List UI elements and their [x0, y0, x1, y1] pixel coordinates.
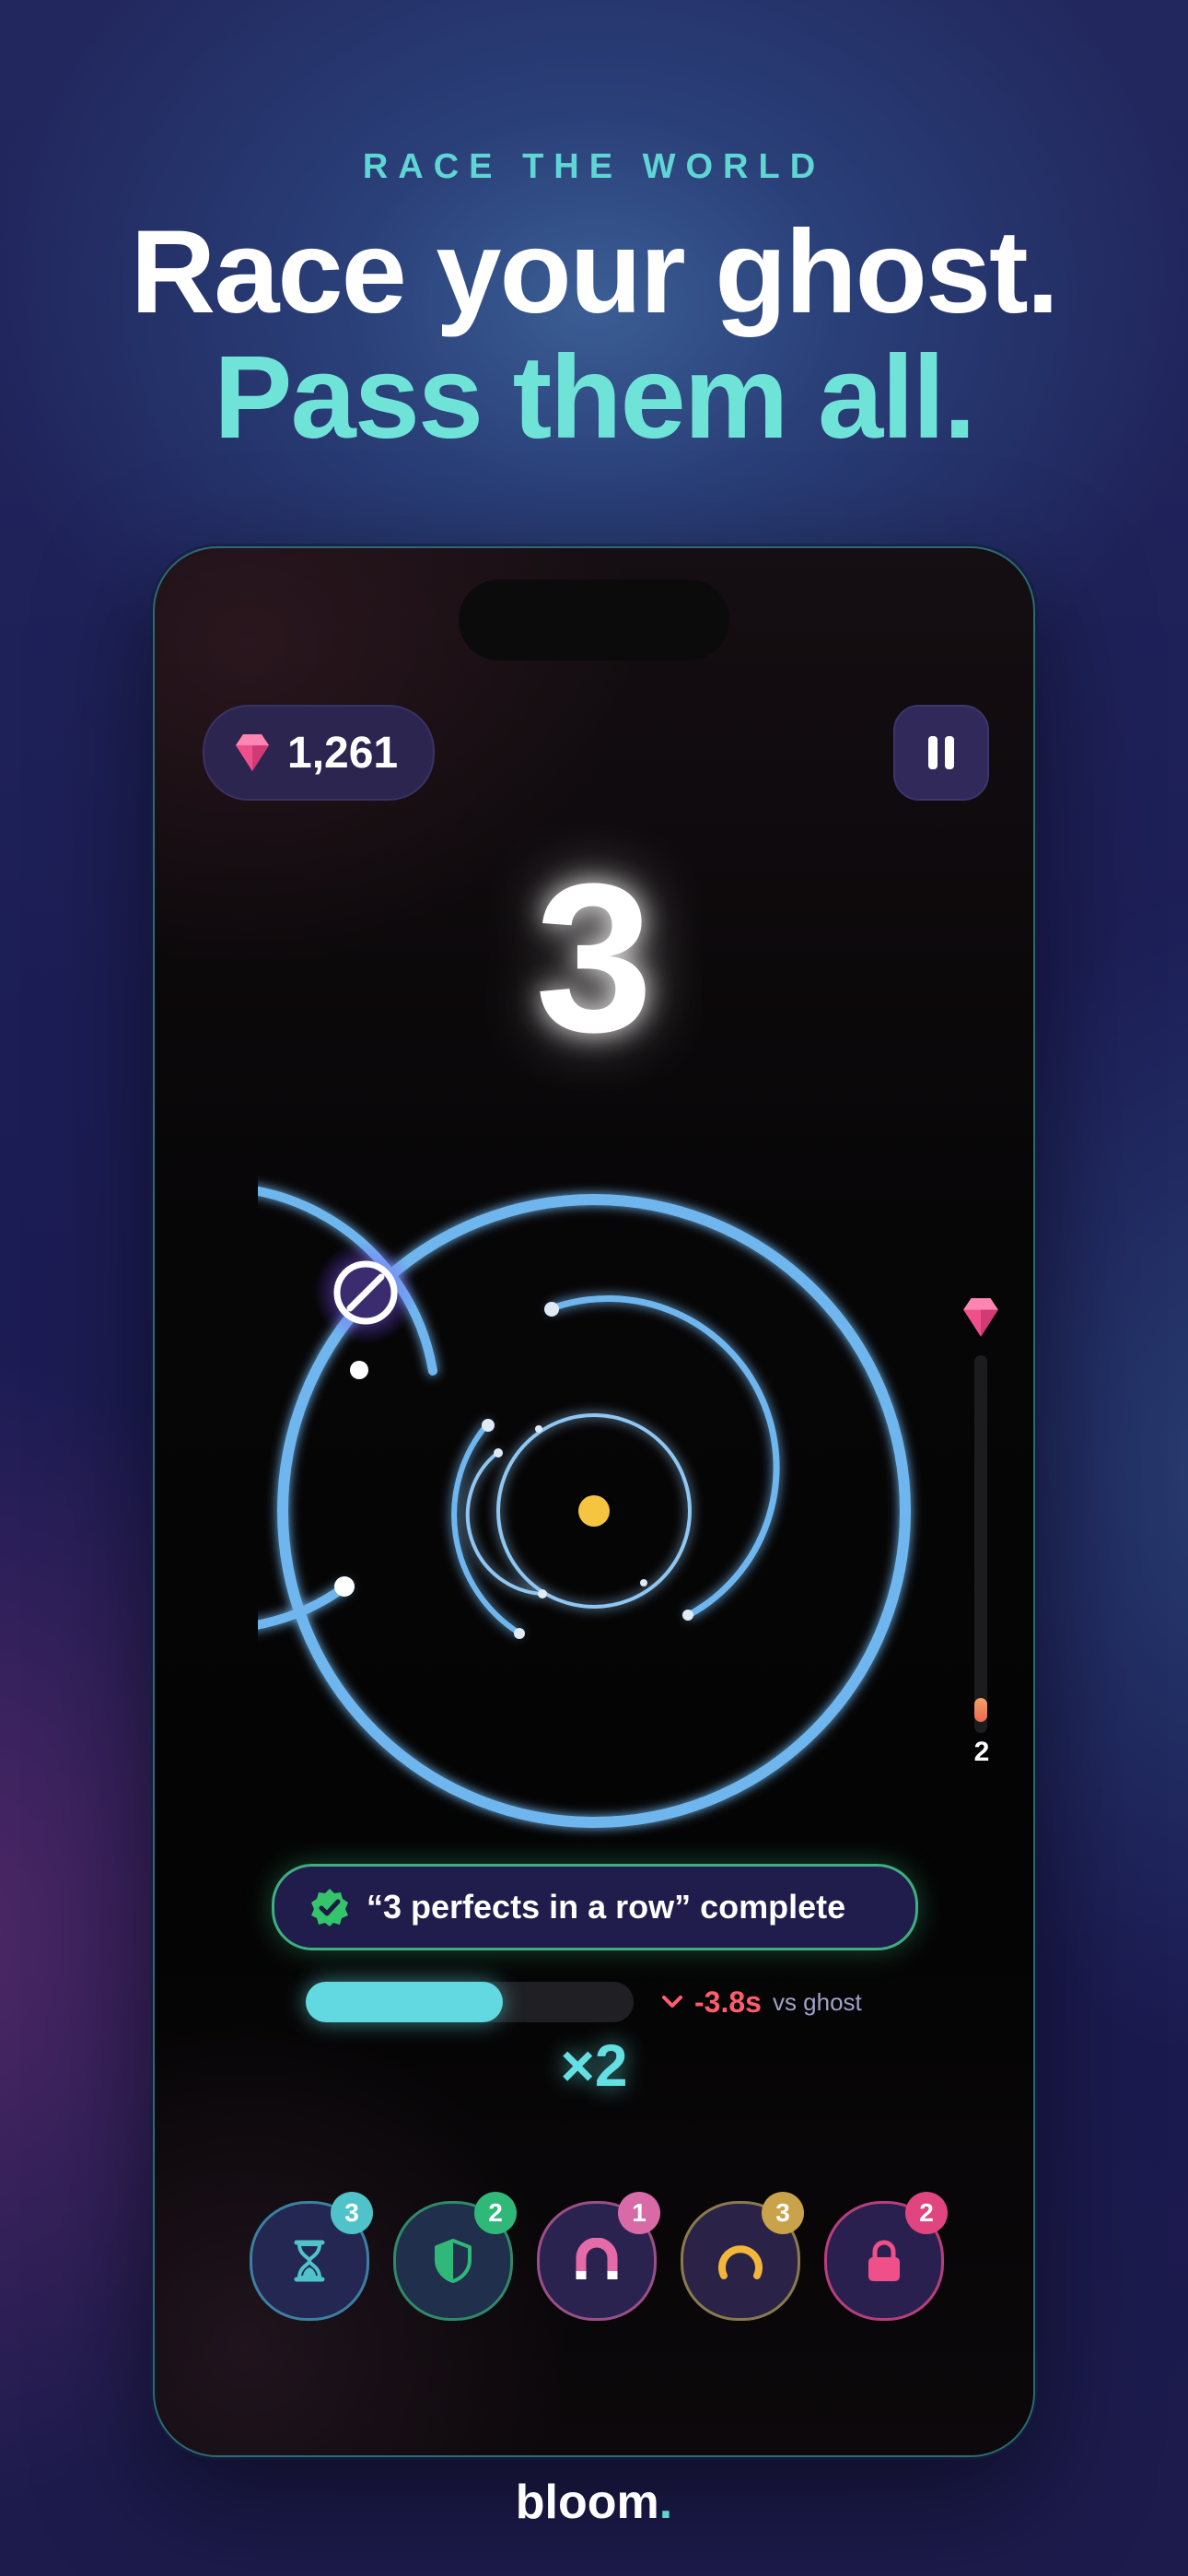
- level-progress-track: [974, 1355, 987, 1733]
- brand-dot: .: [658, 2476, 673, 2529]
- powerup-ring-count: 3: [762, 2192, 804, 2234]
- player-ball: [333, 1260, 398, 1325]
- ring-end-dot: [350, 1361, 368, 1379]
- pause-button[interactable]: [893, 705, 989, 801]
- headline-line-1: Race your ghost.: [130, 206, 1059, 338]
- lock-icon: [868, 2240, 900, 2281]
- ghost-delta-value: -3.8s: [694, 1985, 762, 2019]
- countdown-number: 3: [535, 839, 653, 1076]
- brand-logo: bloom.: [0, 2475, 1188, 2530]
- ring-end-dot: [682, 1610, 693, 1621]
- headline-line-2: Pass them all.: [214, 332, 976, 463]
- ring-icon: [718, 2245, 763, 2279]
- ring-end-dot: [538, 1589, 547, 1598]
- gem-icon: [236, 734, 269, 771]
- chevron-down-icon: [662, 1996, 682, 2008]
- gem-count: 1,261: [287, 728, 399, 778]
- ring-end-dot: [514, 1628, 525, 1639]
- magnet-icon: [576, 2238, 618, 2279]
- ring-end-dot: [482, 1419, 495, 1432]
- toast-text: “3 perfects in a row” complete: [367, 1888, 846, 1926]
- ring-4: [548, 1295, 780, 1619]
- ghost-race-fill: [306, 1982, 503, 2022]
- level-progress-fill: [974, 1698, 987, 1722]
- eyebrow-text: RACE THE WORLD: [362, 147, 826, 186]
- score-multiplier: ×2: [560, 2032, 628, 2099]
- ring-board[interactable]: [258, 1175, 930, 1847]
- ghost-delta: -3.8s vs ghost: [661, 1982, 862, 2022]
- pause-icon: [928, 736, 954, 769]
- phone-frame: 1,261 3 2 “3 perfects in a row” complete…: [153, 546, 1035, 2457]
- powerup-shield-count: 2: [474, 2192, 517, 2234]
- ring-end-dot: [494, 1448, 503, 1458]
- check-badge-icon: [311, 1889, 348, 1926]
- progress-gem-icon: [963, 1298, 998, 1337]
- gem-counter[interactable]: 1,261: [203, 705, 435, 801]
- powerup-magnet-count: 1: [618, 2192, 660, 2234]
- dynamic-island: [459, 580, 729, 661]
- ring-end-dot: [640, 1579, 647, 1587]
- ring-end-dot: [334, 1576, 355, 1597]
- ring-end-dot: [535, 1425, 542, 1433]
- shield-icon: [435, 2239, 472, 2283]
- achievement-toast: “3 perfects in a row” complete: [272, 1864, 918, 1950]
- ring-6b: [538, 1412, 684, 1582]
- ghost-delta-label: vs ghost: [772, 1987, 862, 2016]
- powerup-lock-count: 2: [905, 2192, 948, 2234]
- center-core: [578, 1495, 610, 1527]
- brand-name: bloom: [515, 2476, 659, 2529]
- ring-3: [451, 1422, 521, 1635]
- ring-end-dot: [544, 1302, 559, 1317]
- hourglass-icon: [294, 2240, 325, 2282]
- powerup-hourglass-count: 3: [331, 2192, 373, 2234]
- level-progress-label: 2: [973, 1737, 990, 1767]
